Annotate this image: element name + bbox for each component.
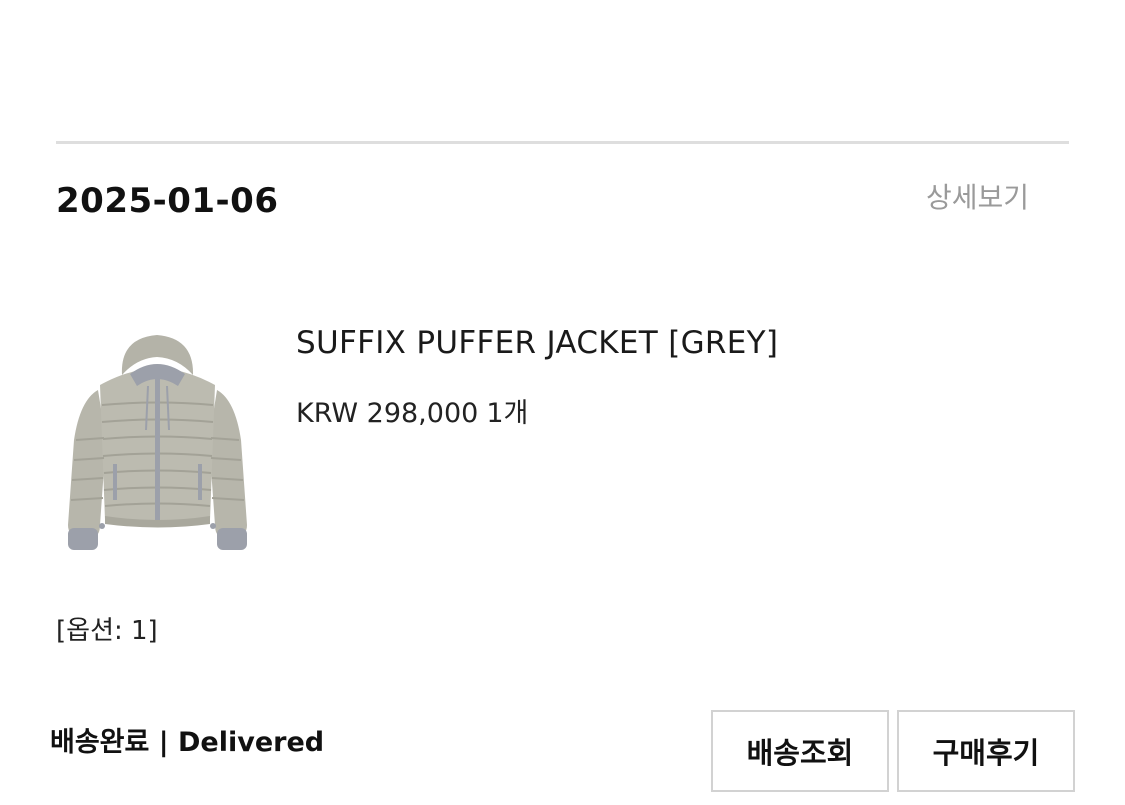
product-name[interactable]: SUFFIX PUFFER JACKET [GREY] [296,323,778,363]
order-status: 배송완료 | Delivered [50,727,325,758]
product-price-row: KRW 298,000 1개 [296,396,528,432]
view-details-link[interactable]: 상세보기 [926,180,1029,216]
jacket-image [68,335,247,550]
product-price: KRW 298,000 [296,398,479,429]
write-review-button[interactable]: 구매후기 [897,710,1075,792]
product-option: [옵션: 1] [56,616,158,646]
track-delivery-button[interactable]: 배송조회 [711,710,889,792]
section-divider [56,141,1069,144]
order-date: 2025-01-06 [56,181,279,221]
product-image[interactable] [60,330,255,560]
product-quantity: 1개 [486,398,529,429]
